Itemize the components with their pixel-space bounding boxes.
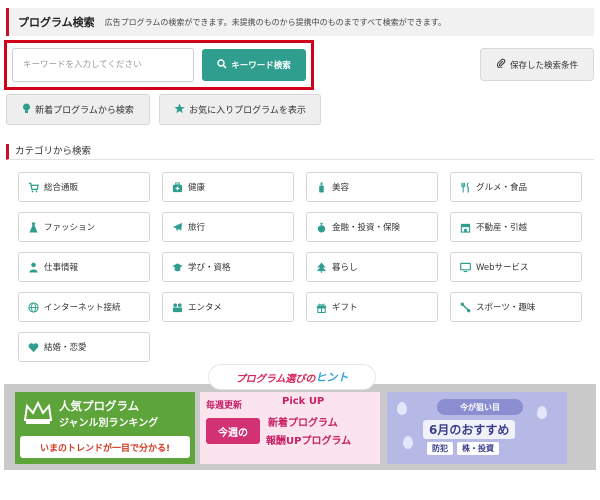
category-label: 不動産・引越 [476, 223, 528, 233]
category-sports[interactable]: スポーツ・趣味 [450, 292, 582, 322]
keyword-search-button[interactable]: キーワード検索 [202, 49, 306, 81]
category-label: 学び・資格 [188, 263, 231, 273]
category-internet[interactable]: インターネット接続 [18, 292, 150, 322]
monitor-icon [459, 261, 471, 273]
category-learning[interactable]: 学び・資格 [162, 252, 294, 282]
category-label: 旅行 [188, 223, 206, 233]
lightbulb-icon [22, 103, 31, 117]
ranking-banner-caption: いまのトレンドが一目で分かる! [20, 436, 190, 458]
category-label: 健康 [188, 183, 206, 193]
category-label: 美容 [332, 183, 350, 193]
plane-icon [171, 221, 183, 233]
search-icon [217, 58, 227, 72]
category-gourmet[interactable]: グルメ・食品 [450, 172, 582, 202]
category-label: ファッション [44, 223, 96, 233]
category-travel[interactable]: 旅行 [162, 212, 294, 242]
saved-search-label: 保存した検索条件 [509, 60, 578, 71]
ranking-banner-line2: ジャンル別ランキング [59, 418, 159, 429]
ranking-banner[interactable]: 人気プログラム ジャンル別ランキング いまのトレンドが一目で分かる! [15, 392, 195, 464]
favorite-programs-label: お気に入りプログラムを表示 [189, 106, 306, 116]
category-beauty[interactable]: 美容 [306, 172, 438, 202]
hint-title: プログラム選びの ヒント [208, 364, 376, 390]
weekly-banner-konshu: 今週の [206, 418, 260, 444]
monthly-banner-chips: 防犯 株・投資 [427, 442, 499, 455]
category-web-services[interactable]: Webサービス [450, 252, 582, 282]
saved-search-button[interactable]: 保存した検索条件 [480, 48, 594, 81]
weekly-banner-line1: 新着プログラム [268, 418, 338, 429]
category-shopping[interactable]: 総合通販 [18, 172, 150, 202]
raindrop-icon [537, 406, 547, 419]
raindrop-icon [397, 402, 407, 415]
money-bag-icon [315, 221, 327, 233]
crown-icon [23, 400, 53, 430]
category-living[interactable]: 暮らし [306, 252, 438, 282]
category-label: 結婚・恋愛 [44, 343, 87, 353]
keyword-search-highlight: キーワード検索 [4, 40, 314, 90]
category-jobs[interactable]: 仕事情報 [18, 252, 150, 282]
medical-kit-icon [171, 181, 183, 193]
category-label: Webサービス [476, 263, 529, 273]
person-icon [27, 261, 39, 273]
category-label: インターネット接続 [44, 303, 121, 313]
category-health[interactable]: 健康 [162, 172, 294, 202]
cart-icon [27, 181, 39, 193]
new-programs-label: 新着プログラムから検索 [35, 106, 134, 116]
category-label: 総合通販 [44, 183, 79, 193]
star-icon [174, 103, 185, 117]
ranking-banner-line1: 人気プログラム [59, 399, 140, 413]
keyword-input[interactable] [12, 48, 194, 82]
category-fashion[interactable]: ファッション [18, 212, 150, 242]
utensils-icon [459, 181, 471, 193]
weekly-banner-pickup: Pick UP [282, 396, 325, 407]
page-description: 広告プログラムの検索ができます。未提携のものから提携中のものまですべて検索ができ… [104, 17, 446, 27]
category-label: ギフト [332, 303, 358, 313]
weekly-pickup-banner[interactable]: 毎週更新 今週の Pick UP 新着プログラム 報酬UPプログラム [200, 392, 380, 464]
new-programs-button[interactable]: 新着プログラムから検索 [6, 94, 150, 125]
category-label: エンタメ [188, 303, 222, 313]
monthly-banner-tag: 今が狙い目 [437, 399, 523, 415]
category-label: スポーツ・趣味 [476, 303, 536, 313]
weekly-banner-tag: 毎週更新 [206, 401, 243, 411]
weekly-banner-line2: 報酬UPプログラム [266, 436, 352, 447]
category-realestate[interactable]: 不動産・引越 [450, 212, 582, 242]
hint-title-accent: ヒント [315, 371, 349, 384]
monthly-recommend-banner[interactable]: 今が狙い目 6月のおすすめ 防犯 株・投資 [387, 392, 567, 464]
store-icon [459, 221, 471, 233]
monthly-banner-chip: 株・投資 [457, 442, 499, 455]
heart-icon [27, 341, 39, 353]
globe-icon [27, 301, 39, 313]
dumbbell-icon [459, 301, 471, 313]
category-label: 暮らし [332, 263, 358, 273]
keyword-search-label: キーワード検索 [231, 61, 291, 71]
hint-title-prefix: プログラム選びの [235, 373, 316, 385]
paperclip-icon [496, 58, 506, 71]
page-header: プログラム検索 広告プログラムの検索ができます。未提携のものから提携中のものまで… [6, 8, 594, 36]
category-grid: 総合通販 健康 美容 グルメ・食品 ファッション 旅行 金融・投資・保険 不動産… [18, 172, 582, 362]
category-finance[interactable]: 金融・投資・保険 [306, 212, 438, 242]
dress-icon [27, 221, 39, 233]
category-label: グルメ・食品 [476, 183, 528, 193]
gift-icon [315, 301, 327, 313]
category-label: 仕事情報 [44, 263, 79, 273]
favorite-programs-button[interactable]: お気に入りプログラムを表示 [159, 94, 321, 125]
category-marriage[interactable]: 結婚・恋愛 [18, 332, 150, 362]
people-icon [171, 301, 183, 313]
raindrop-icon [403, 436, 413, 449]
category-heading: カテゴリから検索 [6, 144, 594, 160]
category-entertainment[interactable]: エンタメ [162, 292, 294, 322]
category-gift[interactable]: ギフト [306, 292, 438, 322]
graduation-cap-icon [171, 261, 183, 273]
tree-icon [315, 261, 327, 273]
category-label: 金融・投資・保険 [332, 223, 401, 233]
monthly-banner-chip: 防犯 [427, 442, 453, 455]
page-title: プログラム検索 [18, 16, 95, 29]
bottle-icon [315, 181, 327, 193]
monthly-banner-title: 6月のおすすめ [423, 420, 516, 439]
